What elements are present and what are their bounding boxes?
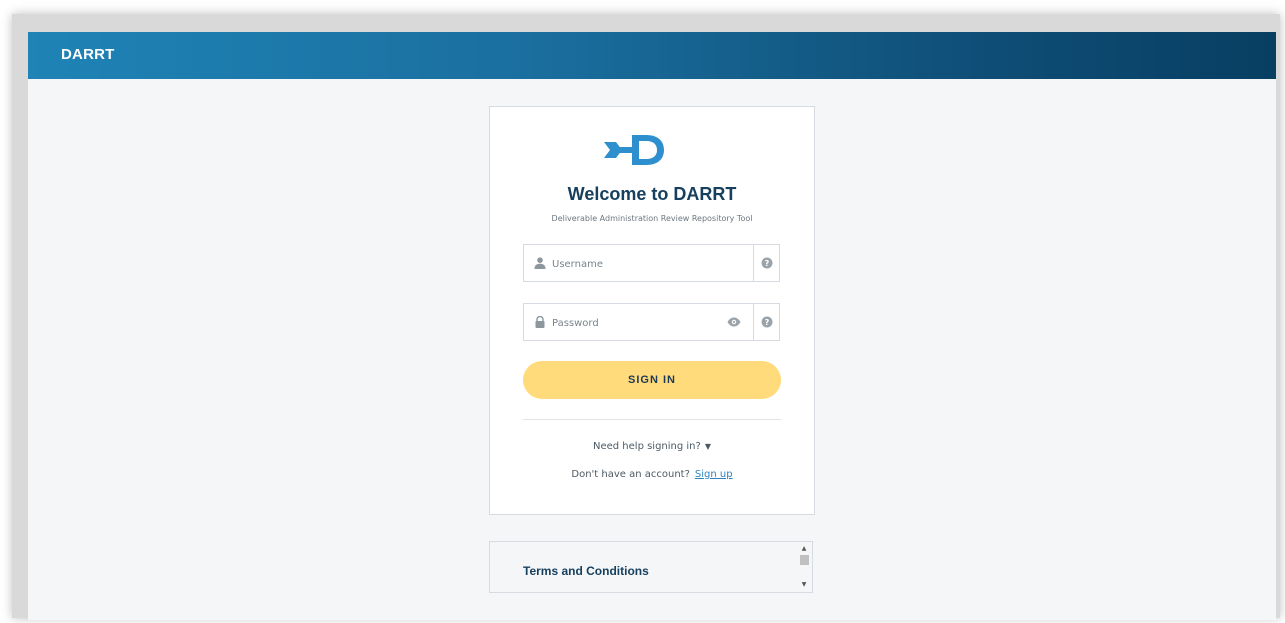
- scroll-down-icon[interactable]: ▼: [796, 580, 812, 590]
- scroll-up-icon[interactable]: ▲: [796, 544, 812, 554]
- user-icon: [534, 257, 546, 269]
- field-divider: [753, 245, 754, 281]
- terms-panel[interactable]: Terms and Conditions ▲ ▼: [489, 541, 813, 593]
- field-divider: [753, 304, 754, 340]
- brand-title: DARRT: [61, 46, 115, 63]
- sign-up-link[interactable]: Sign up: [695, 469, 733, 480]
- darrt-logo-icon: [604, 135, 664, 165]
- username-input[interactable]: [550, 253, 724, 275]
- login-card: Welcome to DARRT Deliverable Administrat…: [489, 106, 815, 515]
- terms-heading: Terms and Conditions: [523, 564, 649, 578]
- lock-icon: [535, 316, 545, 328]
- password-field[interactable]: ?: [523, 303, 780, 341]
- page-viewport: DARRT Welcome to DARRT Deliverable Admin…: [28, 32, 1276, 620]
- help-signing-in-text[interactable]: Need help signing in?: [593, 441, 701, 452]
- signup-row: Don't have an account? Sign up: [490, 469, 814, 480]
- terms-scrollbar[interactable]: ▲ ▼: [796, 542, 812, 592]
- help-signing-in-toggle[interactable]: Need help signing in? ▼: [490, 441, 814, 452]
- password-input[interactable]: [550, 312, 724, 334]
- svg-text:?: ?: [765, 259, 770, 268]
- top-navbar: DARRT: [28, 32, 1276, 79]
- caret-down-icon[interactable]: ▼: [705, 442, 711, 451]
- eye-icon[interactable]: [727, 317, 741, 327]
- help-icon[interactable]: ?: [761, 316, 773, 328]
- svg-text:?: ?: [765, 318, 770, 327]
- username-field[interactable]: ?: [523, 244, 780, 282]
- card-divider: [523, 419, 781, 420]
- scroll-thumb[interactable]: [800, 555, 809, 565]
- app-subtitle: Deliverable Administration Review Reposi…: [551, 214, 753, 223]
- help-icon[interactable]: ?: [761, 257, 773, 269]
- welcome-title: Welcome to DARRT: [567, 184, 737, 204]
- no-account-text: Don't have an account?: [571, 469, 690, 480]
- sign-in-button[interactable]: SIGN IN: [523, 361, 781, 399]
